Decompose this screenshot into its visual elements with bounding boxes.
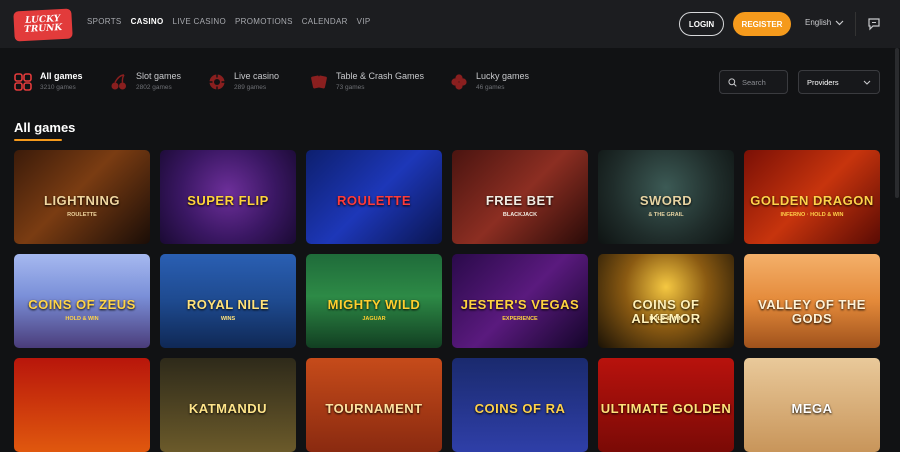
top-header: LUCKY TRUNK SPORTS CASINO LIVE CASINO PRO… [0,0,900,48]
game-title: COINS OF ZEUS [28,297,136,312]
cherries-icon [111,74,126,90]
game-subtitle: & THE GRAIL [648,212,684,218]
game-title: MIGHTY WILD [327,297,421,312]
chevron-down-icon [835,20,844,25]
game-title: TOURNAMENT [325,401,423,416]
game-tile[interactable]: COINS OF ZEUS HOLD & WIN [14,254,150,348]
game-tile[interactable]: SWORD & THE GRAIL [598,150,734,244]
game-subtitle: BLACKJACK [502,212,538,218]
game-subtitle: HOLD & WIN [649,316,683,322]
game-title: ROYAL NILE [186,297,270,312]
game-subtitle: WINS [220,316,236,322]
header-divider [855,12,856,36]
game-subtitle: HOLD & WIN [65,316,99,322]
category-label: Table & Crash Games [336,71,425,81]
nav-promotions[interactable]: PROMOTIONS [235,17,293,26]
game-title: ROULETTE [336,193,412,208]
lucky-trunk-logo[interactable]: LUCKY TRUNK [13,8,73,42]
nav-live-casino[interactable]: LIVE CASINO [172,17,226,26]
game-tile[interactable]: VALLEY OF THE GODS [744,254,880,348]
language-selector[interactable]: English [805,18,844,27]
game-subtitle: EXPERIENCE [502,316,538,322]
category-label: Live casino [234,71,280,81]
roulette-chip-icon [209,74,225,90]
game-title: KATMANDU [188,401,268,416]
category-count: 2802 games [136,84,172,91]
providers-dropdown[interactable]: Providers [798,70,880,94]
providers-label: Providers [807,77,839,87]
game-title: MEGA [791,401,833,416]
game-tile[interactable]: COINS OF ALKEMOR HOLD & WIN [598,254,734,348]
register-button[interactable]: REGISTER [733,12,791,36]
game-tile[interactable]: MIGHTY WILD JAGUAR [306,254,442,348]
category-count: 73 games [336,84,365,91]
search-icon [728,77,737,87]
page-scrollbar[interactable] [895,48,899,198]
section-title: All games [14,120,76,135]
game-tile[interactable] [14,358,150,452]
category-label: All games [40,71,83,81]
game-title: SUPER FLIP [187,193,269,208]
category-table-crash-games[interactable]: Table & Crash Games 73 games [310,71,424,91]
nav-sports[interactable]: SPORTS [87,17,122,26]
game-title: ULTIMATE GOLDEN [600,401,732,416]
login-button[interactable]: LOGIN [679,12,724,36]
game-tile[interactable]: FREE BET BLACKJACK [452,150,588,244]
game-tile[interactable]: GOLDEN DRAGON INFERNO · HOLD & WIN [744,150,880,244]
nav-vip[interactable]: VIP [357,17,371,26]
game-tile[interactable]: ULTIMATE GOLDEN [598,358,734,452]
game-title: FREE BET [485,193,555,208]
section-title-underline [14,139,62,141]
game-subtitle: ROULETTE [67,212,97,218]
game-tile[interactable]: KATMANDU [160,358,296,452]
game-subtitle: JAGUAR [362,316,386,322]
game-tile[interactable]: JESTER'S VEGAS EXPERIENCE [452,254,588,348]
nav-casino[interactable]: CASINO [131,17,164,26]
game-tile[interactable]: ROULETTE [306,150,442,244]
game-tile[interactable]: COINS OF RA [452,358,588,452]
category-live-casino[interactable]: Live casino 289 games [208,71,279,91]
category-slot-games[interactable]: Slot games 2802 games [110,71,181,91]
game-title: COINS OF RA [474,401,566,416]
category-label: Slot games [136,71,182,81]
language-label: English [805,18,832,27]
category-count: 46 games [476,84,505,91]
game-tile[interactable]: LIGHTNING ROULETTE [14,150,150,244]
game-title: JESTER'S VEGAS [460,297,580,312]
search-input[interactable] [742,77,782,87]
game-tile[interactable]: SUPER FLIP [160,150,296,244]
nav-calendar[interactable]: CALENDAR [302,17,348,26]
game-subtitle: INFERNO · HOLD & WIN [780,212,844,218]
category-label: Lucky games [476,71,530,81]
cards-icon [311,75,327,89]
game-tile[interactable]: ROYAL NILE WINS [160,254,296,348]
clover-icon [451,74,467,90]
search-box [719,70,788,94]
game-title: VALLEY OF THE GODS [758,297,866,326]
game-tile[interactable]: MEGA [744,358,880,452]
game-title: SWORD [639,193,693,208]
category-count: 3210 games [40,84,76,91]
chat-icon[interactable] [866,16,882,32]
game-title: GOLDEN DRAGON [750,193,874,208]
main-nav: SPORTS CASINO LIVE CASINO PROMOTIONS CAL… [87,17,370,26]
game-title: LIGHTNING [44,193,120,208]
grid-icon [14,73,32,91]
category-lucky-games[interactable]: Lucky games 46 games [450,71,529,91]
chevron-down-icon [863,80,871,85]
category-count: 289 games [234,84,267,91]
game-tile[interactable]: TOURNAMENT [306,358,442,452]
category-all-games[interactable]: All games 3210 games [14,71,83,91]
